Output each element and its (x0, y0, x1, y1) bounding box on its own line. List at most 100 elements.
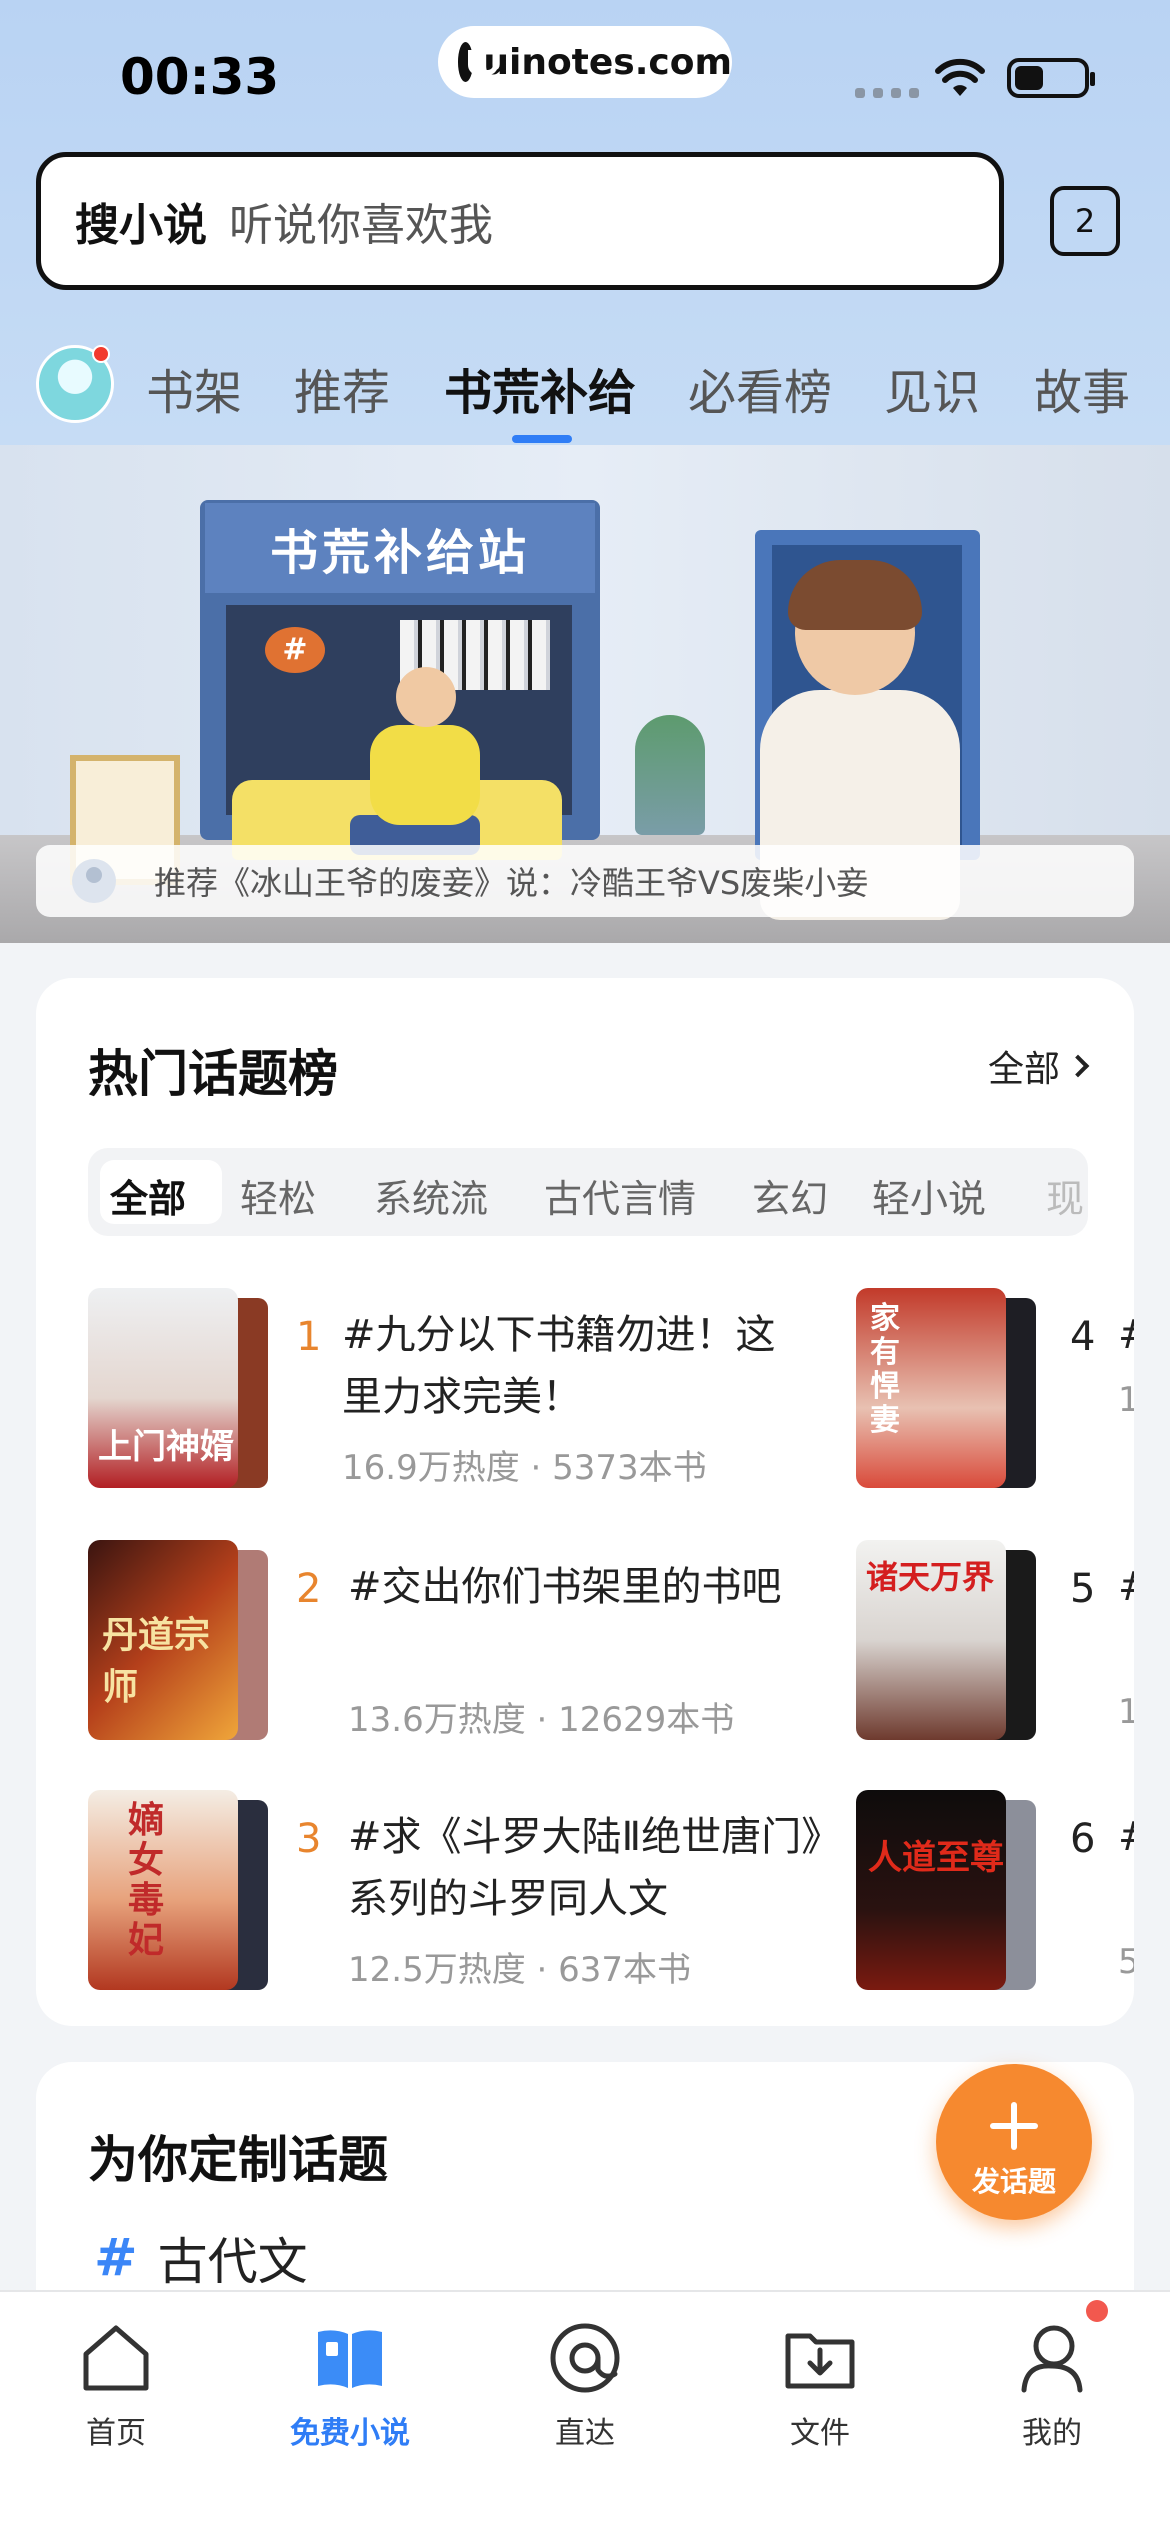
tab-recommend[interactable]: 推荐 (294, 353, 390, 423)
book-cover-title: 嫡女毒妃 (128, 1799, 165, 1961)
topic-rank: 3 (296, 1816, 322, 1862)
custom-topics-title: 为你定制话题 (88, 2131, 388, 2189)
potted-plant (635, 715, 705, 835)
book-cover: 家有悍妻 (856, 1288, 1006, 1488)
hot-topics-card: 热门话题榜 全部 全部 轻松 系统流 古代言情 玄幻 轻小说 现 上门神婿 1 … (36, 978, 1134, 2026)
nav-free-novels[interactable]: 免费小说 (270, 2318, 430, 2452)
nav-home[interactable]: 首页 (36, 2318, 196, 2452)
post-topic-button[interactable]: 发话题 (936, 2064, 1092, 2220)
nav-direct[interactable]: 直达 (505, 2318, 665, 2452)
status-time: 00:33 (120, 48, 280, 106)
hot-topics-title: 热门话题榜 (88, 1045, 338, 1103)
book-cover: 嫡女毒妃 (88, 1790, 238, 1990)
wifi-icon (935, 58, 985, 96)
plus-icon (990, 2102, 1038, 2150)
book-cover: 诸天万界 (856, 1540, 1006, 1740)
banner-caption[interactable]: 推荐《冰山王爷的废妾》说：冷酷王爷VS废柴小妾 (36, 845, 1134, 917)
tab-book-supply[interactable]: 书荒补给 (444, 353, 636, 423)
book-cover-title: 诸天万界 (866, 1558, 995, 1596)
girl-figure-hair (788, 560, 922, 630)
search-bar[interactable]: 搜小说 听说你喜欢我 (36, 152, 1004, 290)
tab-story[interactable]: 故事 (1034, 353, 1130, 423)
topic-meta: 1 (1118, 1692, 1134, 1732)
book-cover-title: 人道至尊 (868, 1838, 1004, 1878)
nav-direct-label: 直达 (555, 2416, 615, 2451)
home-icon (83, 2325, 149, 2391)
topic-rank: 5 (1070, 1566, 1096, 1612)
category-bar: 全部 轻松 系统流 古代言情 玄幻 轻小说 现 (88, 1148, 1088, 1236)
topic-title: # (1118, 1304, 1134, 1366)
at-icon (550, 2323, 620, 2393)
tab-must-read[interactable]: 必看榜 (688, 353, 832, 423)
category-modern[interactable]: 现 (1046, 1168, 1084, 1223)
topic-meta: 16.9万热度 · 5373本书 (342, 1448, 707, 1488)
search-hint: 听说你喜欢我 (229, 200, 493, 251)
book-cover: 上门神婿 (88, 1288, 238, 1488)
topic-item[interactable]: 诸天万界 5 # 1 (856, 1540, 1134, 1740)
custom-topic-item[interactable]: # 古代文 (94, 2222, 308, 2294)
book-cover: 人道至尊 (856, 1790, 1006, 1990)
book-cover: 丹道宗师 (88, 1540, 238, 1740)
booth-sign: 书荒补给站 (205, 503, 595, 593)
category-fantasy[interactable]: 玄幻 (752, 1168, 828, 1223)
topic-title: #九分以下书籍勿进！这里力求完美！ (342, 1312, 776, 1420)
topic-title: # (1118, 1556, 1134, 1618)
topic-meta: 1 (1118, 1380, 1134, 1420)
topic-meta: 5 (1118, 1942, 1134, 1982)
topic-rank: 1 (296, 1314, 322, 1360)
site-logo-icon (458, 42, 499, 82)
user-placeholder-icon (72, 859, 116, 903)
topic-item[interactable]: 上门神婿 1 #九分以下书籍勿进！这里力求完美！ 16.9万热度 · 5373本… (88, 1288, 788, 1488)
chevron-right-icon (1066, 1054, 1090, 1078)
battery-icon (1007, 58, 1095, 98)
active-tab-indicator (512, 435, 572, 443)
hash-icon: # (94, 2228, 138, 2288)
url-text: uinotes.com (483, 41, 732, 83)
tab-count-button[interactable]: 2 (1050, 186, 1120, 256)
topic-meta: 13.6万热度 · 12629本书 (348, 1700, 735, 1740)
hash-badge: # (265, 627, 325, 673)
hot-topics-all-link[interactable]: 全部 (987, 1040, 1090, 1092)
boy-figure-body (370, 725, 480, 825)
top-area: 00:33 uinotes.com 搜小说 听说你喜欢我 2 书架 推荐 书荒补… (0, 0, 1170, 445)
profile-notification-dot (1086, 2300, 1108, 2322)
status-bar: 00:33 uinotes.com (0, 0, 1170, 140)
topic-item[interactable]: 嫡女毒妃 3 #求《斗罗大陆Ⅱ绝世唐门》系列的斗罗同人文 12.5万热度 · 6… (88, 1790, 848, 1990)
tab-bookshelf[interactable]: 书架 (146, 353, 242, 423)
tab-insight[interactable]: 见识 (884, 353, 980, 423)
book-icon (318, 2330, 382, 2388)
signal-dots-icon (855, 88, 919, 98)
category-light-novel[interactable]: 轻小说 (872, 1168, 986, 1223)
profile-icon (1021, 2325, 1083, 2393)
topic-item[interactable]: 家有悍妻 4 # 1 (856, 1288, 1134, 1488)
nav-free-novels-label: 免费小说 (290, 2416, 410, 2451)
book-cover-title: 家有悍妻 (870, 1301, 900, 1438)
nav-profile-label: 我的 (1022, 2416, 1082, 2451)
bottom-nav: 首页 免费小说 直达 文件 我的 (0, 2290, 1170, 2532)
topic-item[interactable]: 丹道宗师 2 #交出你们书架里的书吧 13.6万热度 · 12629本书 (88, 1540, 788, 1740)
nav-home-label: 首页 (86, 2416, 146, 2451)
nav-tabs: 书架 推荐 书荒补给 必看榜 见识 故事 (0, 335, 1170, 443)
all-link-label: 全部 (987, 1049, 1060, 1090)
topic-rank: 4 (1070, 1314, 1096, 1360)
boy-figure-head (396, 667, 456, 727)
category-all[interactable]: 全部 (110, 1168, 186, 1223)
category-system[interactable]: 系统流 (374, 1168, 488, 1223)
category-relaxed[interactable]: 轻松 (240, 1168, 316, 1223)
topic-rank: 6 (1070, 1816, 1096, 1862)
topic-rank: 2 (296, 1566, 322, 1612)
book-cover-title: 上门神婿 (98, 1427, 234, 1467)
category-ancient-romance[interactable]: 古代言情 (544, 1168, 696, 1223)
url-pill[interactable]: uinotes.com (438, 26, 732, 98)
topic-title: # (1118, 1806, 1134, 1868)
topic-item[interactable]: 人道至尊 6 # 5 (856, 1790, 1134, 1990)
nav-files-label: 文件 (790, 2416, 850, 2451)
book-cover-title: 丹道宗师 (102, 1614, 211, 1708)
post-topic-label: 发话题 (971, 2165, 1056, 2198)
avatar-notification-dot (92, 345, 110, 363)
topic-meta: 12.5万热度 · 637本书 (348, 1950, 692, 1990)
banner-caption-text: 推荐《冰山王爷的废妾》说：冷酷王爷VS废柴小妾 (154, 864, 869, 902)
nav-files[interactable]: 文件 (740, 2318, 900, 2452)
nav-profile[interactable]: 我的 (972, 2318, 1132, 2452)
topic-title: #交出你们书架里的书吧 (348, 1564, 782, 1610)
